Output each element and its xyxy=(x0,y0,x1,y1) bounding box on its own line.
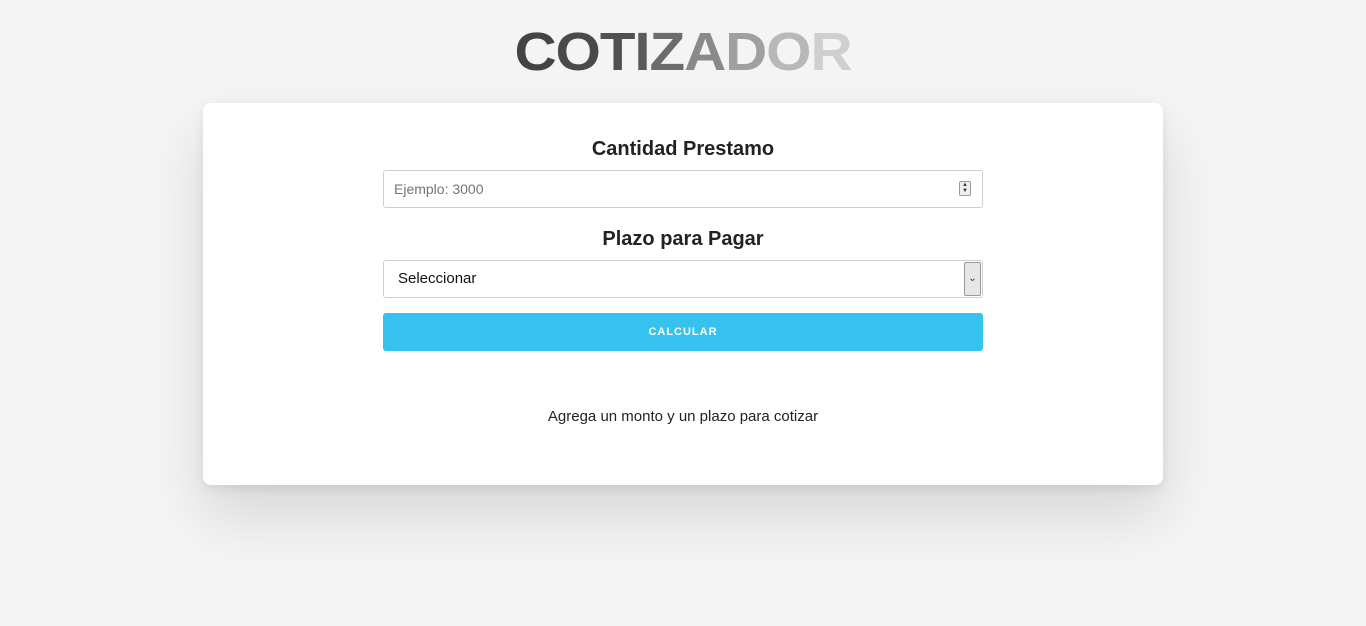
amount-field[interactable]: ▲ ▼ xyxy=(383,170,983,208)
number-spinner-icon[interactable]: ▲ ▼ xyxy=(959,181,971,196)
amount-label: Cantidad Prestamo xyxy=(591,138,775,160)
app-logo: COTIZADOR xyxy=(0,22,1366,82)
logo-letter: D xyxy=(725,22,767,82)
term-select[interactable]: Seleccionar ⌄ xyxy=(383,260,983,298)
quote-card: Cantidad Prestamo ▲ ▼ Plazo para Pagar S… xyxy=(203,103,1163,485)
amount-input[interactable] xyxy=(384,171,934,207)
result-message: Agrega un monto y un plazo para cotizar xyxy=(547,408,819,425)
logo-letter: I xyxy=(634,22,650,82)
calculate-button[interactable]: CALCULAR xyxy=(383,313,983,351)
term-select-value: Seleccionar xyxy=(398,270,477,287)
logo-letter: Z xyxy=(649,22,686,82)
logo-letter: O xyxy=(555,22,601,82)
logo-letter: T xyxy=(599,22,636,82)
spinner-down-icon[interactable]: ▼ xyxy=(960,188,970,194)
logo-letter: R xyxy=(810,22,852,82)
logo-letter: A xyxy=(684,22,726,82)
logo-letter: C xyxy=(514,22,556,82)
page: COTIZADOR Cantidad Prestamo ▲ ▼ Plazo pa… xyxy=(0,0,1366,626)
chevron-down-icon[interactable]: ⌄ xyxy=(964,262,981,296)
logo-letter: O xyxy=(766,22,811,82)
term-label: Plazo para Pagar xyxy=(602,228,764,250)
